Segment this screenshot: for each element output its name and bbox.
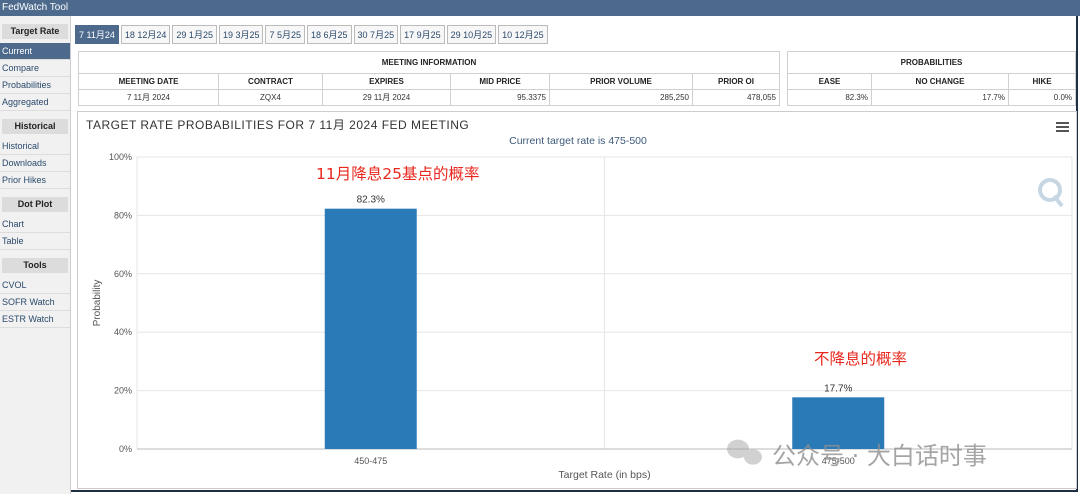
col-contract: CONTRACT: [218, 73, 323, 90]
sidebar-item-sofr-watch[interactable]: SOFR Watch: [0, 294, 70, 311]
contract-value: ZQX4: [218, 89, 323, 106]
y-tick-label: 20%: [114, 386, 132, 396]
no-change-value: 17.7%: [871, 89, 1009, 106]
meeting-tabs: 7 11月24 18 12月24 29 1月25 19 3月25 7 5月25 …: [75, 25, 548, 45]
sidebar-item-chart[interactable]: Chart: [0, 216, 70, 233]
ease-value: 82.3%: [787, 89, 872, 106]
meeting-info-table: MEETING INFORMATION PROBABILITIES MEETIN…: [78, 51, 1076, 106]
bar-450-475: [324, 208, 417, 449]
hike-value: 0.0%: [1008, 89, 1076, 106]
sidebar-item-cvol[interactable]: CVOL: [0, 277, 70, 294]
sidebar-heading-target-rate: Target Rate: [2, 24, 68, 39]
col-no-change: NO CHANGE: [871, 73, 1009, 90]
y-tick-label: 60%: [114, 269, 132, 279]
x-axis-label: Target Rate (in bps): [558, 469, 650, 481]
watermark-text: 公众号 · 大白话时事: [772, 442, 987, 470]
sidebar-item-aggregated[interactable]: Aggregated: [0, 94, 70, 111]
tab-meeting-2[interactable]: 18 12月24: [120, 25, 171, 44]
prior-oi-value: 478,055: [692, 89, 780, 106]
meeting-date-value: 7 11月 2024: [78, 89, 219, 106]
sidebar-heading-historical: Historical: [2, 119, 68, 134]
sidebar-item-probabilities[interactable]: Probabilities: [0, 77, 70, 94]
sidebar-item-historical[interactable]: Historical: [0, 138, 70, 155]
tab-meeting-8[interactable]: 17 9月25: [400, 25, 445, 44]
col-ease: EASE: [787, 73, 872, 90]
tab-meeting-1[interactable]: 7 11月24: [75, 25, 119, 44]
sidebar-item-table[interactable]: Table: [0, 233, 70, 250]
y-tick-label: 0%: [119, 444, 132, 454]
sidebar-item-estr-watch[interactable]: ESTR Watch: [0, 311, 70, 328]
prior-volume-value: 285,250: [549, 89, 693, 106]
sidebar: Target Rate Current Compare Probabilitie…: [0, 16, 71, 494]
expires-value: 29 11月 2024: [322, 89, 451, 106]
tab-meeting-4[interactable]: 19 3月25: [218, 25, 264, 44]
y-axis-label: Probability: [92, 280, 103, 327]
y-tick-label: 80%: [114, 210, 132, 220]
sidebar-item-current[interactable]: Current: [0, 43, 70, 60]
col-prior-volume: PRIOR VOLUME: [549, 73, 693, 90]
tab-meeting-9[interactable]: 29 10月25: [446, 25, 497, 44]
probabilities-heading: PROBABILITIES: [787, 51, 1076, 74]
sidebar-heading-tools: Tools: [2, 258, 68, 273]
tab-meeting-5[interactable]: 7 5月25: [265, 25, 306, 44]
q-logo-icon: [1038, 178, 1064, 208]
data-label: 82.3%: [357, 195, 385, 206]
tab-meeting-3[interactable]: 29 1月25: [172, 25, 217, 44]
meeting-info-heading: MEETING INFORMATION: [78, 51, 780, 74]
app-title: FedWatch Tool: [2, 2, 69, 13]
y-tick-label: 40%: [114, 327, 132, 337]
col-mid-price: MID PRICE: [450, 73, 550, 90]
y-tick-label: 100%: [109, 152, 132, 162]
data-label: 17.7%: [824, 383, 852, 394]
chart-panel: TARGET RATE PROBABILITIES FOR 7 11月 2024…: [77, 111, 1077, 489]
annotation-cut-probability: 11月降息25基点的概率: [316, 165, 479, 183]
col-expires: EXPIRES: [322, 73, 451, 90]
annotation-no-change-probability: 不降息的概率: [814, 350, 907, 368]
tab-meeting-6[interactable]: 18 6月25: [307, 25, 352, 44]
bar-chart: 0%20%40%60%80%100%82.3%450-47517.7%475-5…: [92, 152, 1073, 481]
tab-meeting-10[interactable]: 10 12月25: [498, 25, 548, 44]
tab-meeting-7[interactable]: 30 7月25: [353, 25, 399, 44]
col-hike: HIKE: [1008, 73, 1076, 90]
sidebar-item-prior-hikes[interactable]: Prior Hikes: [0, 172, 70, 189]
sidebar-item-downloads[interactable]: Downloads: [0, 155, 70, 172]
x-tick-label: 450-475: [354, 456, 387, 466]
wechat-icon: [727, 439, 762, 465]
app-title-bar: FedWatch Tool: [0, 0, 1080, 16]
mid-price-value: 95.3375: [450, 89, 550, 106]
sidebar-heading-dot-plot: Dot Plot: [2, 197, 68, 212]
sidebar-item-compare[interactable]: Compare: [0, 60, 70, 77]
col-meeting-date: MEETING DATE: [78, 73, 219, 90]
col-prior-oi: PRIOR OI: [692, 73, 780, 90]
